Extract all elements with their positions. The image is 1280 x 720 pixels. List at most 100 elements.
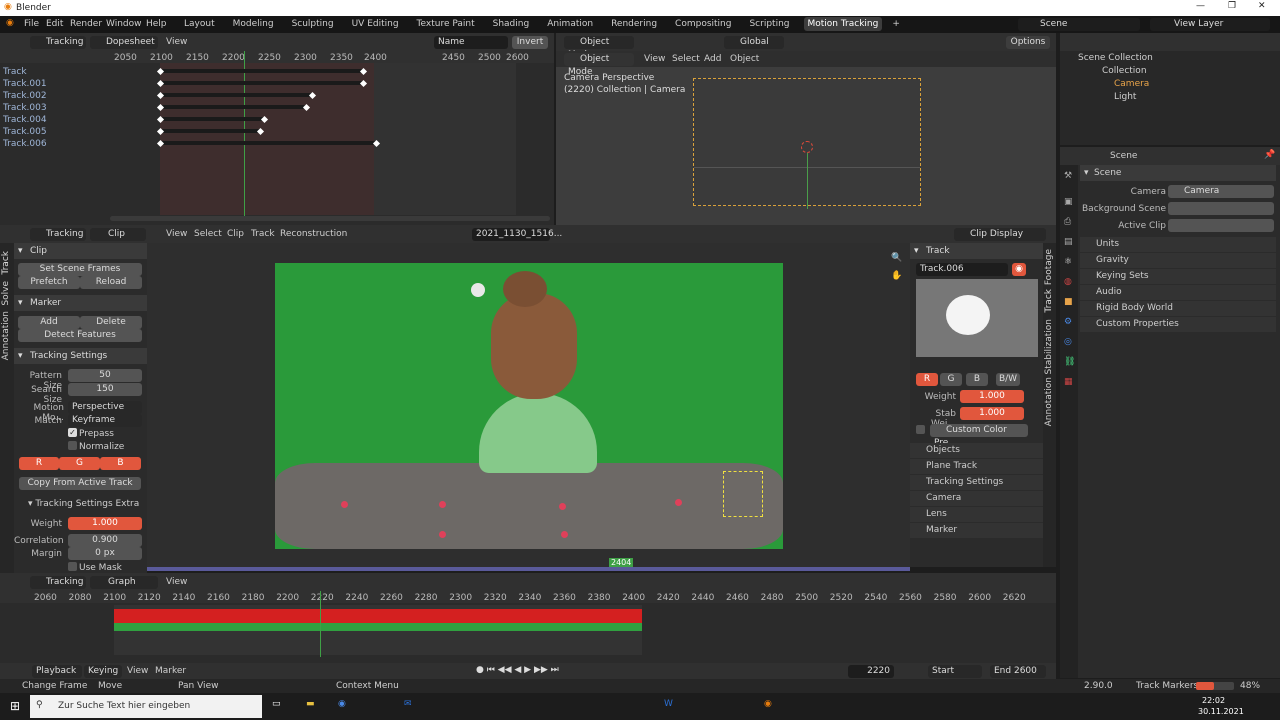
track-channel-name[interactable]: Track (3, 67, 27, 77)
outliner-scene-collection[interactable]: Scene Collection (1078, 53, 1153, 63)
track-marker-dot[interactable] (341, 501, 348, 508)
search-size-field[interactable]: 150 (68, 383, 142, 396)
graph-mode-select[interactable]: Tracking (30, 576, 86, 589)
active-clip-field[interactable] (1168, 219, 1274, 232)
blender-menu-icon[interactable]: ◉ (6, 18, 14, 28)
clip-view-select[interactable]: Clip (90, 228, 146, 241)
channel-g-toggle[interactable]: G (59, 457, 100, 470)
track-subpanel[interactable]: Tracking Settings (910, 475, 1043, 490)
orientation-select[interactable]: Global (724, 36, 784, 49)
tab-layout[interactable]: Layout (180, 17, 219, 31)
prepass-checkbox[interactable]: ✓ (68, 428, 77, 437)
viewport-view-menu[interactable]: View (644, 54, 665, 64)
tab-scripting[interactable]: Scripting (745, 17, 793, 31)
clip-track-menu[interactable]: Track (251, 229, 275, 239)
clip-select-menu[interactable]: Select (194, 229, 222, 239)
track-channel-g[interactable]: G (940, 373, 962, 386)
custom-color-preset[interactable]: Custom Color Pre... (930, 424, 1028, 448)
properties-subpanel[interactable]: Custom Properties (1080, 317, 1276, 332)
clip-mode-select[interactable]: Tracking (30, 228, 86, 241)
outlook-icon[interactable]: ✉ (404, 699, 412, 709)
dopesheet-type-select[interactable]: Dopesheet (90, 36, 158, 49)
dopesheet-view-menu[interactable]: View (166, 37, 187, 47)
viewport-3d[interactable]: Object Mode Global Options Object Mode V… (556, 33, 1056, 225)
vtab-stabilization[interactable]: Stabilization (1044, 319, 1054, 374)
track-subpanel[interactable]: Plane Track (910, 459, 1043, 474)
timeline-view-menu[interactable]: View (127, 666, 148, 676)
track-marker-dot[interactable] (561, 531, 568, 538)
track-weight-slider[interactable]: 1.000 (960, 390, 1024, 403)
menu-file[interactable]: File (24, 19, 39, 29)
sort-method-select[interactable]: Name (434, 36, 508, 49)
options-dropdown[interactable]: Options (1006, 36, 1050, 49)
tab-texture-paint[interactable]: Texture Paint (413, 17, 479, 31)
menu-edit[interactable]: Edit (46, 19, 63, 29)
tracking-settings-header[interactable]: ▾ Tracking Settings (14, 348, 147, 364)
delete-marker-button[interactable]: Delete (80, 316, 142, 329)
outliner-collection[interactable]: Collection (1102, 66, 1147, 76)
correlation-field[interactable]: 0.900 (68, 534, 142, 547)
margin-field[interactable]: 0 px (68, 547, 142, 560)
scene-tab-icon[interactable]: ⚛ (1064, 257, 1072, 267)
view-layer-tab-icon[interactable]: ▤ (1064, 237, 1073, 247)
timeline-marker-menu[interactable]: Marker (155, 666, 186, 676)
graph-view-menu[interactable]: View (166, 577, 187, 587)
constraints-tab-icon[interactable]: ⛓ (1064, 357, 1075, 367)
vtab-annotation-right[interactable]: Annotation (1044, 377, 1054, 426)
output-tab-icon[interactable]: ⎙ (1064, 217, 1071, 227)
clip-panel-header[interactable]: ▾ Clip (14, 243, 147, 259)
detect-features-button[interactable]: Detect Features (18, 329, 142, 342)
object-mode-select[interactable]: Object Mode (564, 53, 634, 77)
add-marker-button[interactable]: Add (18, 316, 80, 329)
dopesheet-scrollbar[interactable] (110, 216, 550, 221)
channel-b-toggle[interactable]: B (100, 457, 141, 470)
track-marker-dot[interactable] (675, 499, 682, 506)
track-channel-name[interactable]: Track.005 (3, 127, 47, 137)
vtab-track[interactable]: Track (1, 251, 11, 275)
channel-r-toggle[interactable]: R (19, 457, 59, 470)
maximize-icon[interactable]: ❐ (1228, 1, 1236, 11)
track-subpanel[interactable]: Lens (910, 507, 1043, 522)
track-marker-dot[interactable] (439, 531, 446, 538)
tab-animation[interactable]: Animation (543, 17, 597, 31)
viewlayer-selector[interactable]: View Layer (1150, 18, 1270, 31)
tab-shading[interactable]: Shading (489, 17, 534, 31)
normalize-checkbox[interactable] (68, 441, 77, 450)
word-icon[interactable]: W (664, 699, 673, 709)
clip-reconstruction-menu[interactable]: Reconstruction (280, 229, 347, 239)
graph-type-select[interactable]: Graph (90, 576, 158, 589)
properties-subpanel[interactable]: Audio (1080, 285, 1276, 300)
tab-modeling[interactable]: Modeling (229, 17, 278, 31)
dopesheet-mode-select[interactable]: Tracking (30, 36, 86, 49)
pin-icon[interactable]: 📌 (1264, 150, 1275, 160)
track-marker-dot[interactable] (439, 501, 446, 508)
outliner-light[interactable]: Light (1114, 92, 1136, 102)
object-tab-icon[interactable]: ■ (1064, 297, 1073, 307)
viewport-object-menu[interactable]: Object (730, 54, 759, 64)
end-frame-field[interactable]: End 2600 (990, 665, 1046, 678)
physics-tab-icon[interactable]: ◎ (1064, 337, 1072, 347)
keying-menu[interactable]: Keying (84, 665, 122, 678)
clip-timeline-strip[interactable] (147, 567, 910, 571)
zoom-icon[interactable]: 🔍 (891, 253, 902, 263)
viewport-select-menu[interactable]: Select (672, 54, 700, 64)
start-frame-field[interactable]: Start 2100 (928, 665, 982, 689)
light-object-icon[interactable] (801, 141, 813, 153)
task-view-icon[interactable]: ▭ (272, 699, 281, 709)
track-marker-dot[interactable] (559, 503, 566, 510)
track-channel-name[interactable]: Track.002 (3, 91, 47, 101)
texture-tab-icon[interactable]: ▦ (1064, 377, 1073, 387)
render-tab-icon[interactable]: ▣ (1064, 197, 1073, 207)
playback-controls[interactable]: ● ⏮ ◀◀ ◀ ▶ ▶▶ ⏭ (476, 665, 559, 675)
explorer-icon[interactable]: ▬ (306, 699, 315, 709)
graph-editor[interactable]: Tracking Graph View 2060 2080 2100 2120 2140… (0, 573, 1056, 663)
movie-clip-frame[interactable] (275, 263, 783, 549)
track-channel-b[interactable]: B (966, 373, 988, 386)
track-subpanel[interactable]: Objects (910, 443, 1043, 458)
pan-hand-icon[interactable]: ✋ (891, 271, 902, 281)
custom-color-checkbox[interactable] (916, 425, 925, 434)
invert-button[interactable]: Invert (512, 36, 548, 49)
copy-from-active-button[interactable]: Copy From Active Track (19, 477, 141, 490)
chrome-icon[interactable]: ◉ (338, 699, 346, 709)
reload-button[interactable]: Reload (80, 276, 142, 289)
